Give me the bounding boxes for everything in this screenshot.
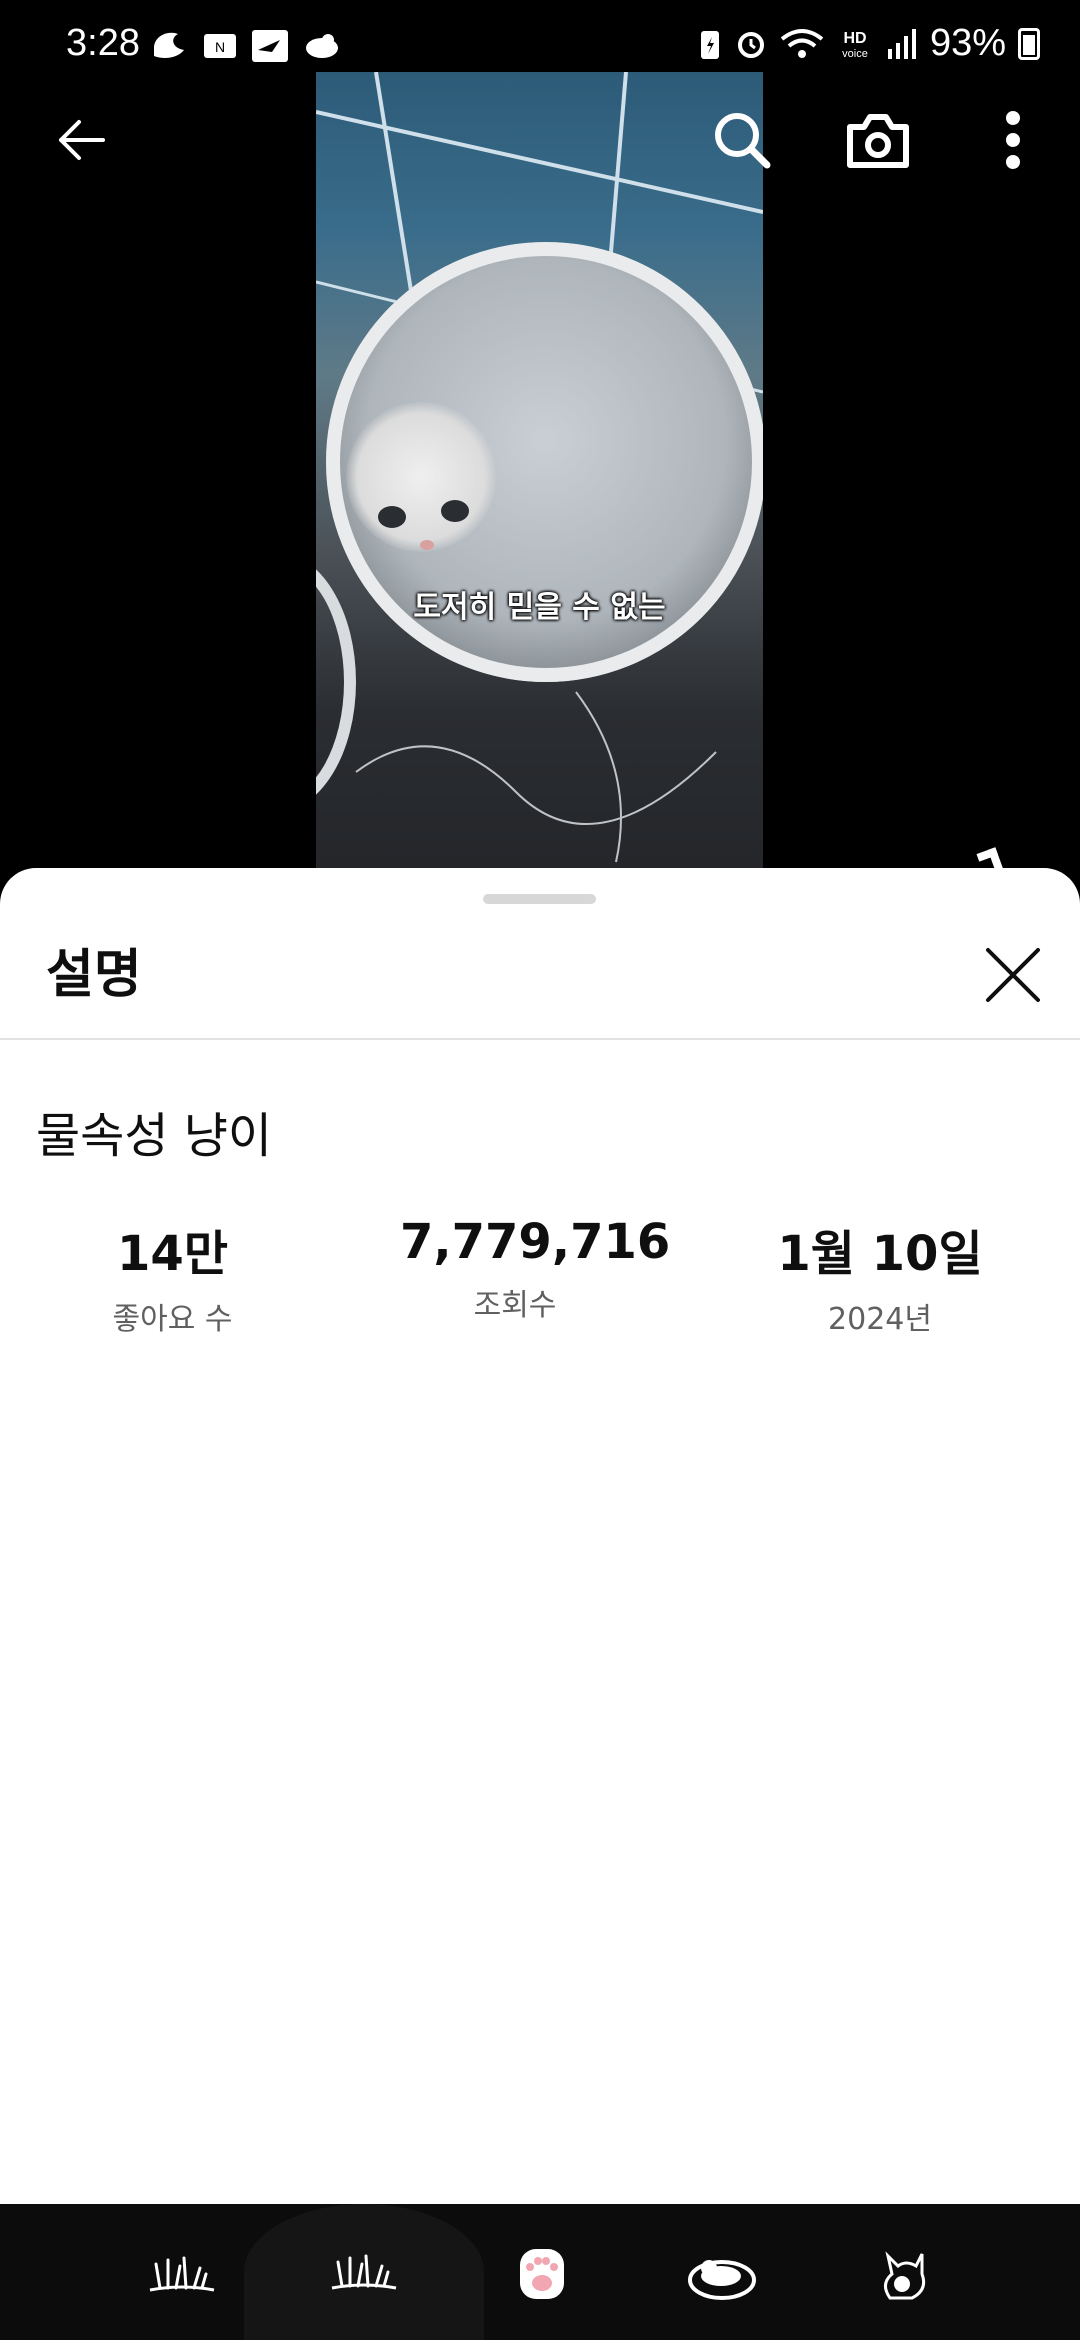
sheet-title: 설명 (46, 945, 142, 1005)
video-title: 물속성 냥이 (36, 1108, 273, 1164)
status-right: HD voice 93% (698, 22, 1040, 65)
battery-icon (1018, 27, 1040, 60)
cat-right-eye (441, 500, 469, 522)
video-player[interactable]: 도저히 믿을 수 없는 (316, 72, 763, 872)
back-button[interactable] (36, 95, 126, 185)
close-icon (986, 948, 1040, 1002)
top-app-bar (0, 90, 1080, 190)
battery-saver-icon (700, 30, 719, 59)
cloud-icon (306, 34, 338, 58)
app-icon (252, 30, 288, 62)
hd-voice-icon: HDvoice (842, 30, 868, 60)
svg-text:voice: voice (842, 48, 868, 60)
cat-icon (884, 2251, 926, 2300)
battery-percent: 93% (929, 22, 1006, 64)
search-button[interactable] (697, 95, 787, 185)
grass-icon (149, 2256, 215, 2292)
signal-icon (887, 28, 916, 59)
grass-button-1[interactable] (132, 2224, 232, 2324)
cat-bowl-icon (688, 2260, 756, 2300)
grass-icon (331, 2254, 397, 2290)
bottom-bar (0, 2204, 1080, 2340)
views-value: 7,779,716 (400, 1214, 671, 1270)
messenger-icon (154, 32, 184, 58)
cat-button[interactable] (852, 2224, 952, 2324)
paw-icon (520, 2249, 564, 2299)
grass-button-2[interactable] (244, 2204, 484, 2340)
close-button[interactable] (982, 944, 1044, 1006)
svg-text:N: N (215, 39, 225, 55)
views-label: 조회수 (473, 1288, 557, 1323)
cat-nose (420, 540, 434, 550)
alarm-icon (737, 31, 764, 58)
date-value: 1월 10일 (777, 1226, 983, 1282)
status-bar: 3:28 N HD voice 93% (0, 0, 1080, 72)
likes-value: 14만 (117, 1226, 228, 1282)
likes-stat: 14만 좋아요 수 (80, 1214, 265, 1338)
cat-bowl-button[interactable] (672, 2224, 772, 2324)
date-label: 2024년 (828, 1302, 932, 1337)
cat-face (346, 402, 496, 552)
drag-handle[interactable] (483, 894, 596, 904)
divider (0, 1038, 1080, 1040)
search-icon (715, 113, 771, 169)
cat-left-eye (378, 506, 406, 528)
date-stat: 1월 10일 2024년 (770, 1214, 990, 1338)
notification-icons: N (150, 28, 342, 64)
status-time: 3:28 (66, 22, 140, 64)
camera-button[interactable] (833, 95, 923, 185)
description-sheet: 설명 물속성 냥이 14만 좋아요 수 7,779,716 조회수 1월 10일… (0, 868, 1080, 2204)
mail-icon: N (204, 34, 236, 58)
more-options-button[interactable] (968, 95, 1058, 185)
paw-button[interactable] (492, 2224, 592, 2324)
camera-icon (847, 114, 909, 168)
wifi-icon (780, 28, 824, 58)
more-vertical-icon (1006, 111, 1020, 169)
views-stat: 7,779,716 조회수 (400, 1214, 671, 1324)
back-arrow-icon (59, 120, 105, 160)
svg-text:HD: HD (843, 30, 866, 47)
video-caption: 도저히 믿을 수 없는 (413, 590, 666, 625)
likes-label: 좋아요 수 (112, 1302, 233, 1337)
